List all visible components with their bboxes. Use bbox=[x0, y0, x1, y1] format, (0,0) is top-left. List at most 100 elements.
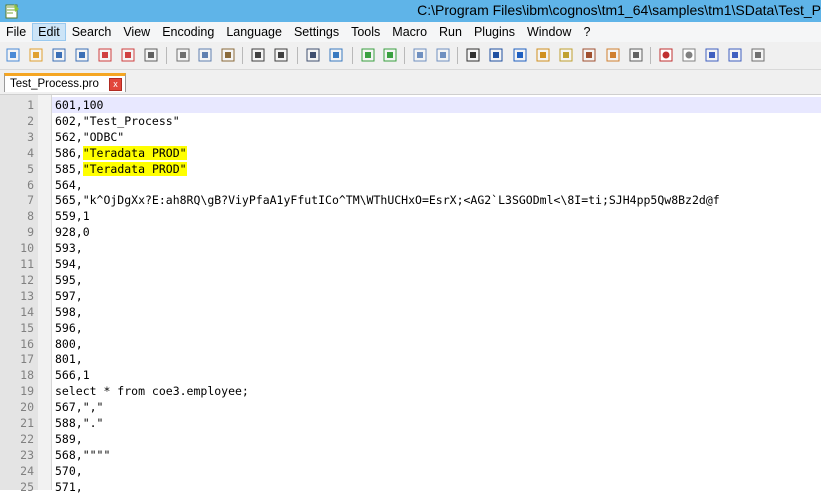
code-line[interactable]: 4 586,"Teradata PROD" bbox=[0, 145, 821, 161]
code-line[interactable]: 24 570, bbox=[0, 463, 821, 479]
menu-edit[interactable]: Edit bbox=[32, 23, 66, 41]
code-line[interactable]: 11 594, bbox=[0, 256, 821, 272]
line-text-plain: 565,"k^OjDgXx?E:ah8RQ\gB?ViyPfaA1yFfutIC… bbox=[55, 193, 720, 208]
stop-record-icon[interactable] bbox=[681, 47, 697, 63]
line-number: 8 bbox=[27, 209, 34, 224]
redo-icon[interactable] bbox=[273, 47, 289, 63]
menu-settings[interactable]: Settings bbox=[288, 23, 345, 41]
code-line[interactable]: 9 928,0 bbox=[0, 224, 821, 240]
zoom-in-icon[interactable] bbox=[360, 47, 376, 63]
line-number: 7 bbox=[27, 193, 34, 208]
line-text: 588,"." bbox=[55, 415, 103, 431]
sync-horizontal-icon[interactable] bbox=[435, 47, 451, 63]
code-line[interactable]: 22 589, bbox=[0, 431, 821, 447]
menu-search[interactable]: Search bbox=[66, 23, 118, 41]
menu-tools[interactable]: Tools bbox=[345, 23, 386, 41]
line-text-plain: 800, bbox=[55, 336, 83, 351]
find-icon[interactable] bbox=[305, 47, 321, 63]
line-text: 568,"""" bbox=[55, 447, 110, 463]
menu-help[interactable]: ? bbox=[577, 23, 596, 41]
run-macro-multiple-icon[interactable] bbox=[727, 47, 743, 63]
tab-bar: Test_Process.pro x bbox=[0, 70, 821, 94]
replace-icon[interactable] bbox=[328, 47, 344, 63]
close-icon[interactable] bbox=[97, 47, 113, 63]
code-line[interactable]: 18 566,1 bbox=[0, 367, 821, 383]
line-text-plain: 585, bbox=[55, 161, 83, 176]
menu-file[interactable]: File bbox=[0, 23, 32, 41]
notepad-plus-plus-icon[interactable] bbox=[4, 3, 20, 19]
line-text: 601,100 bbox=[55, 97, 103, 113]
doc-map-icon[interactable] bbox=[558, 47, 574, 63]
line-number: 12 bbox=[20, 272, 34, 287]
editor[interactable]: 1 601,100 2 602,"Test_Process" 3 562,"ODBC" 4 5… bbox=[0, 94, 821, 494]
menu-macro[interactable]: Macro bbox=[386, 23, 433, 41]
code-line[interactable]: 8 559,1 bbox=[0, 208, 821, 224]
code-line[interactable]: 1 601,100 bbox=[0, 97, 821, 113]
tab-test-process[interactable]: Test_Process.pro x bbox=[4, 73, 126, 92]
line-text: 589, bbox=[55, 431, 83, 447]
menu-view[interactable]: View bbox=[117, 23, 156, 41]
code-line[interactable]: 2 602,"Test_Process" bbox=[0, 113, 821, 129]
line-text-plain: 564, bbox=[55, 177, 83, 192]
line-number: 5 bbox=[27, 161, 34, 176]
line-text-plain: 596, bbox=[55, 320, 83, 335]
menu-encoding[interactable]: Encoding bbox=[156, 23, 220, 41]
code-line[interactable]: 10 593, bbox=[0, 240, 821, 256]
toolbar-separator bbox=[297, 47, 298, 64]
code-line[interactable]: 15 596, bbox=[0, 320, 821, 336]
menu-language[interactable]: Language bbox=[220, 23, 288, 41]
code-line[interactable]: 6 564, bbox=[0, 177, 821, 193]
open-file-icon[interactable] bbox=[28, 47, 44, 63]
line-text: 562,"ODBC" bbox=[55, 129, 124, 145]
code-line[interactable]: 16 800, bbox=[0, 336, 821, 352]
line-text: 566,1 bbox=[55, 367, 90, 383]
line-number: 13 bbox=[20, 288, 34, 303]
zoom-out-icon[interactable] bbox=[382, 47, 398, 63]
new-file-icon[interactable] bbox=[5, 47, 21, 63]
code-line[interactable]: 23 568,"""" bbox=[0, 447, 821, 463]
code-line[interactable]: 14 598, bbox=[0, 304, 821, 320]
menu-window[interactable]: Window bbox=[521, 23, 577, 41]
line-text: 585,"Teradata PROD" bbox=[55, 161, 187, 177]
line-text: 586,"Teradata PROD" bbox=[55, 145, 187, 161]
code-line[interactable]: 3 562,"ODBC" bbox=[0, 129, 821, 145]
save-all-icon[interactable] bbox=[74, 47, 90, 63]
sync-vertical-icon[interactable] bbox=[412, 47, 428, 63]
toolbar-separator bbox=[404, 47, 405, 64]
indent-guide-icon[interactable] bbox=[512, 47, 528, 63]
close-all-icon[interactable] bbox=[120, 47, 136, 63]
user-language-icon[interactable] bbox=[535, 47, 551, 63]
record-macro-icon[interactable] bbox=[658, 47, 674, 63]
play-macro-icon[interactable] bbox=[704, 47, 720, 63]
code-line[interactable]: 21 588,"." bbox=[0, 415, 821, 431]
show-all-chars-icon[interactable] bbox=[488, 47, 504, 63]
save-macro-icon[interactable] bbox=[750, 47, 766, 63]
copy-icon[interactable] bbox=[197, 47, 213, 63]
paste-icon[interactable] bbox=[220, 47, 236, 63]
code-line[interactable]: 17 801, bbox=[0, 351, 821, 367]
line-number: 18 bbox=[20, 368, 34, 383]
code-line[interactable]: 5 585,"Teradata PROD" bbox=[0, 161, 821, 177]
line-text-plain: 601,100 bbox=[55, 98, 104, 112]
menu-plugins[interactable]: Plugins bbox=[468, 23, 521, 41]
code-line[interactable]: 12 595, bbox=[0, 272, 821, 288]
cut-icon[interactable] bbox=[175, 47, 191, 63]
folder-workspace-icon[interactable] bbox=[605, 47, 621, 63]
code-line[interactable]: 13 597, bbox=[0, 288, 821, 304]
line-text-plain: 595, bbox=[55, 272, 83, 287]
tab-close-icon[interactable]: x bbox=[109, 78, 122, 91]
function-list-icon[interactable] bbox=[581, 47, 597, 63]
code-line[interactable]: 19 select * from coe3.employee; bbox=[0, 383, 821, 399]
print-icon[interactable] bbox=[143, 47, 159, 63]
save-icon[interactable] bbox=[51, 47, 67, 63]
monitor-icon[interactable] bbox=[628, 47, 644, 63]
menu-run[interactable]: Run bbox=[433, 23, 468, 41]
toolbar-separator bbox=[352, 47, 353, 64]
line-text: 597, bbox=[55, 288, 83, 304]
undo-icon[interactable] bbox=[250, 47, 266, 63]
code-line[interactable]: 20 567,"," bbox=[0, 399, 821, 415]
line-number: 9 bbox=[27, 225, 34, 240]
code-line[interactable]: 7 565,"k^OjDgXx?E:ah8RQ\gB?ViyPfaA1yFfutI… bbox=[0, 192, 821, 208]
word-wrap-icon[interactable] bbox=[465, 47, 481, 63]
code-line[interactable]: 25 571, bbox=[0, 479, 821, 495]
